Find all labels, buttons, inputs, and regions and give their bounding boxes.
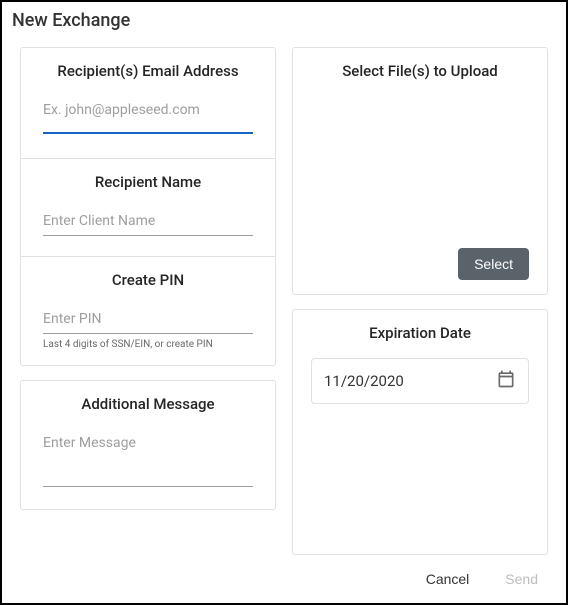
message-section-title: Additional Message: [39, 395, 257, 413]
divider: [21, 158, 275, 159]
upload-section-title: Select File(s) to Upload: [311, 62, 529, 80]
select-files-button[interactable]: Select: [458, 248, 529, 280]
upload-card: Select File(s) to Upload Select: [292, 47, 548, 295]
pin-section-title: Create PIN: [39, 271, 257, 289]
calendar-icon: [496, 369, 516, 393]
name-section-title: Recipient Name: [39, 173, 257, 191]
dialog-footer: Cancel Send: [2, 559, 566, 603]
expiration-card: Expiration Date 11/20/2020: [292, 309, 548, 555]
pin-helper-text: Last 4 digits of SSN/EIN, or create PIN: [43, 338, 253, 351]
send-button[interactable]: Send: [499, 567, 544, 591]
dialog-title: New Exchange: [2, 2, 566, 35]
message-card: Additional Message: [20, 380, 276, 510]
upload-dropzone[interactable]: [311, 96, 529, 248]
expiration-date-field[interactable]: 11/20/2020: [311, 358, 529, 404]
recipient-card: Recipient(s) Email Address Recipient Nam…: [20, 47, 276, 366]
pin-input[interactable]: [43, 305, 253, 334]
new-exchange-dialog: New Exchange Recipient(s) Email Address …: [0, 0, 568, 605]
cancel-button[interactable]: Cancel: [420, 567, 476, 591]
recipient-email-input[interactable]: [43, 96, 253, 134]
left-column: Recipient(s) Email Address Recipient Nam…: [20, 47, 276, 555]
right-column: Select File(s) to Upload Select Expirati…: [292, 47, 548, 555]
divider: [21, 256, 275, 257]
expiration-section-title: Expiration Date: [311, 324, 529, 342]
message-input[interactable]: [43, 429, 253, 487]
email-section-title: Recipient(s) Email Address: [39, 62, 257, 80]
expiration-date-value: 11/20/2020: [324, 372, 404, 390]
dialog-content: Recipient(s) Email Address Recipient Nam…: [2, 35, 566, 559]
recipient-name-input[interactable]: [43, 207, 253, 236]
